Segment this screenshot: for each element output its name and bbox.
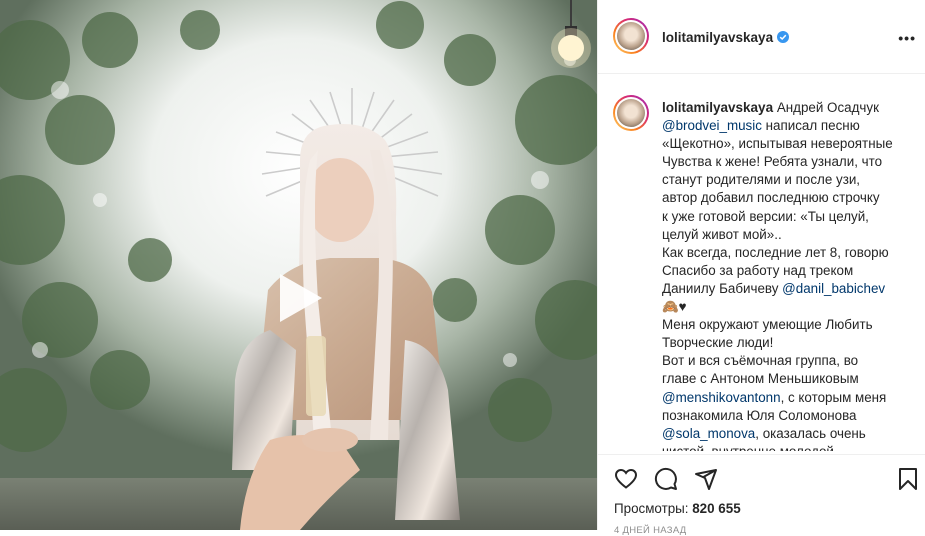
caption-text: целуй живот мой»..	[662, 226, 782, 242]
caption-text: автор добавил последнюю строчку	[662, 190, 880, 206]
views-value: 820 655	[692, 501, 741, 516]
video-frame	[0, 0, 597, 530]
username-link[interactable]: lolitamilyavskaya	[662, 30, 773, 45]
caption-text: , с которым меня	[780, 389, 887, 405]
post-sidebar: lolitamilyavskaya ••• lolitamilyavskaya …	[597, 0, 925, 536]
play-icon[interactable]	[266, 266, 330, 330]
heart-icon[interactable]	[614, 467, 638, 491]
mention-link[interactable]: @sola_monova	[662, 426, 755, 441]
caption-text: Вот и вся съёмочная группа, во	[662, 353, 859, 369]
caption-text: станут родителями и после узи,	[662, 172, 861, 188]
caption-text: Творческие люди!	[662, 335, 774, 351]
more-options-button[interactable]: •••	[898, 30, 916, 46]
avatar[interactable]	[613, 18, 649, 54]
caption-text: , оказалась очень	[755, 425, 866, 441]
post-video[interactable]	[0, 0, 597, 530]
caption-text: 🙈♥	[662, 299, 687, 315]
caption-text: познакомила Юля Соломонова	[662, 407, 857, 423]
caption-text: главе с Антоном Меньшиковым	[662, 371, 859, 387]
caption-text: «Щекотно», испытывая невероятные	[662, 136, 893, 152]
views-label: Просмотры:	[614, 501, 689, 516]
post-actions-bar: Просмотры: 820 655 4 ДНЕЙ НАЗАД	[598, 454, 925, 536]
mention-link[interactable]: @danil_babichev	[782, 281, 885, 296]
share-icon[interactable]	[694, 467, 718, 491]
caption-text: Андрей Осадчук	[776, 100, 879, 115]
caption-text: написал песню	[761, 118, 860, 134]
caption-text: Меня окружают умеющие Любить	[662, 317, 873, 333]
verified-badge-icon	[777, 31, 790, 43]
caption-text: Спасибо за работу над треком	[662, 262, 854, 278]
caption-text: Даниилу Бабичеву	[662, 280, 783, 296]
caption-text: Чувства к жене! Ребята узнали, что	[662, 154, 883, 170]
views-count: Просмотры: 820 655	[614, 501, 741, 516]
comment-icon[interactable]	[654, 467, 678, 491]
post-author: lolitamilyavskaya	[662, 29, 790, 47]
mention-link[interactable]: @brodvei_music	[662, 118, 762, 133]
caption-username-link[interactable]: lolitamilyavskaya	[662, 100, 773, 115]
post-header: lolitamilyavskaya •••	[598, 0, 925, 74]
post-timestamp[interactable]: 4 ДНЕЙ НАЗАД	[614, 525, 687, 536]
caption-text: к уже готовой версии: «Ты целуй,	[662, 208, 869, 224]
caption-text: Как всегда, последние лет 8, говорю	[662, 244, 889, 260]
mention-link[interactable]: @menshikovantonn	[662, 390, 781, 405]
caption-avatar[interactable]	[613, 95, 649, 131]
post-caption: lolitamilyavskaya Андрей Осадчук @brodvei…	[662, 99, 912, 451]
caption-text: чистой, внутренне молодой	[662, 444, 834, 451]
bookmark-icon[interactable]	[898, 467, 918, 491]
